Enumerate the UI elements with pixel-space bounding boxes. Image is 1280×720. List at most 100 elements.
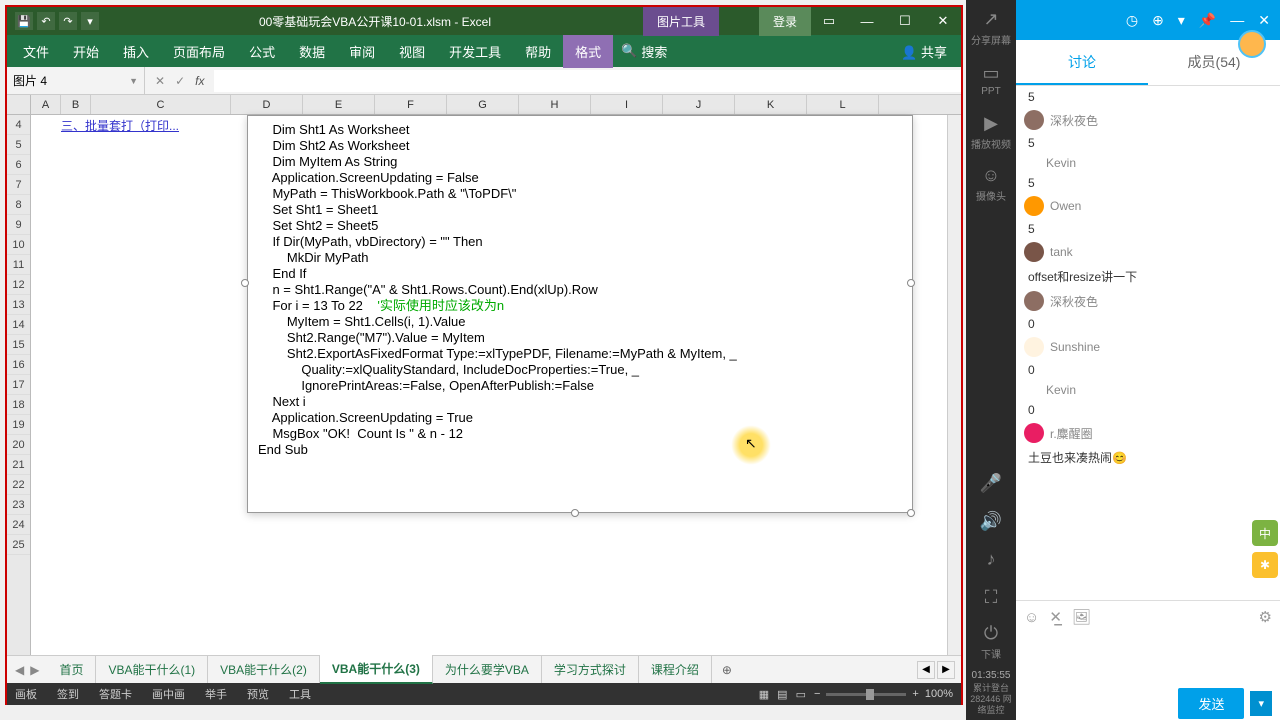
ribbon-tab-1[interactable]: 开始 bbox=[61, 35, 111, 68]
row-header[interactable]: 4 bbox=[7, 115, 30, 135]
media-icon[interactable]: ⛶ bbox=[971, 580, 1011, 614]
chat-textarea[interactable] bbox=[1016, 633, 1280, 686]
selection-handle[interactable] bbox=[907, 509, 915, 517]
qat-dropdown-icon[interactable]: ▾ bbox=[81, 12, 99, 30]
column-header[interactable]: E bbox=[303, 95, 375, 114]
tool-button[interactable]: ▭PPT bbox=[971, 56, 1011, 104]
row-header[interactable]: 25 bbox=[7, 535, 30, 555]
chat-username[interactable]: Owen bbox=[1050, 199, 1081, 213]
selection-handle[interactable] bbox=[907, 279, 915, 287]
send-dropdown-icon[interactable]: ▾ bbox=[1250, 691, 1272, 716]
row-header[interactable]: 11 bbox=[7, 255, 30, 275]
zoom-slider[interactable] bbox=[826, 693, 906, 696]
chat-top-icon[interactable]: — bbox=[1230, 12, 1244, 28]
gear-icon[interactable]: ⚙ bbox=[1259, 608, 1272, 626]
chat-messages[interactable]: 5深秋夜色5Kevin5Owen5tankoffset和resize讲一下深秋夜… bbox=[1016, 86, 1280, 600]
sheet-tab[interactable]: 为什么要学VBA bbox=[433, 656, 542, 683]
close-icon[interactable]: ✕ bbox=[925, 7, 961, 35]
avatar[interactable] bbox=[1024, 337, 1044, 357]
avatar[interactable] bbox=[1024, 110, 1044, 130]
sheet-tab[interactable]: VBA能干什么(1) bbox=[96, 656, 208, 683]
zoom-in-icon[interactable]: + bbox=[912, 688, 918, 700]
status-item[interactable]: 签到 bbox=[57, 686, 79, 702]
row-header[interactable]: 22 bbox=[7, 475, 30, 495]
row-header[interactable]: 8 bbox=[7, 195, 30, 215]
end-class-button[interactable]: ⏻下课 bbox=[971, 618, 1011, 666]
selection-handle[interactable] bbox=[571, 509, 579, 517]
ribbon-tab-10[interactable]: 格式 bbox=[563, 35, 613, 68]
status-item[interactable]: 画中画 bbox=[152, 686, 185, 702]
row-header[interactable]: 10 bbox=[7, 235, 30, 255]
column-header[interactable]: K bbox=[735, 95, 807, 114]
column-header[interactable]: J bbox=[663, 95, 735, 114]
select-all-corner[interactable] bbox=[7, 95, 31, 114]
column-header[interactable]: I bbox=[591, 95, 663, 114]
name-box-input[interactable] bbox=[13, 74, 113, 88]
ribbon-tab-5[interactable]: 数据 bbox=[287, 35, 337, 68]
ribbon-tab-7[interactable]: 视图 bbox=[387, 35, 437, 68]
sheet-prev-icon[interactable]: ◀ bbox=[15, 663, 24, 677]
row-header[interactable]: 7 bbox=[7, 175, 30, 195]
row-header[interactable]: 12 bbox=[7, 275, 30, 295]
media-icon[interactable]: 🎤 bbox=[971, 466, 1011, 500]
chat-username[interactable]: Kevin bbox=[1046, 156, 1076, 170]
sheet-next-icon[interactable]: ▶ bbox=[30, 663, 39, 677]
view-break-icon[interactable]: ▭ bbox=[796, 688, 806, 701]
chat-tool-icon[interactable]: ☺ bbox=[1024, 609, 1039, 626]
hyperlink-cell[interactable]: 三、批量套打（打印... bbox=[61, 117, 179, 134]
status-item[interactable]: 画板 bbox=[15, 686, 37, 702]
row-header[interactable]: 15 bbox=[7, 335, 30, 355]
ime-badge[interactable]: 中 bbox=[1252, 520, 1278, 546]
row-header[interactable]: 23 bbox=[7, 495, 30, 515]
column-header[interactable]: D bbox=[231, 95, 303, 114]
ribbon-options-icon[interactable]: ▭ bbox=[811, 7, 847, 35]
chat-username[interactable]: Sunshine bbox=[1050, 340, 1100, 354]
status-item[interactable]: 工具 bbox=[289, 686, 311, 702]
chat-username[interactable]: Kevin bbox=[1046, 383, 1076, 397]
chat-username[interactable]: 深秋夜色 bbox=[1050, 112, 1098, 129]
cancel-icon[interactable]: ✕ bbox=[155, 74, 165, 88]
vertical-scrollbar[interactable] bbox=[947, 115, 961, 655]
row-header[interactable]: 5 bbox=[7, 135, 30, 155]
tool-button[interactable]: ▶播放视频 bbox=[971, 108, 1011, 156]
row-header[interactable]: 16 bbox=[7, 355, 30, 375]
media-icon[interactable]: ♪ bbox=[971, 542, 1011, 576]
name-box[interactable]: ▼ bbox=[7, 67, 145, 94]
redo-icon[interactable]: ↷ bbox=[59, 12, 77, 30]
tool-button[interactable]: ☺摄像头 bbox=[971, 160, 1011, 208]
view-layout-icon[interactable]: ▤ bbox=[777, 688, 787, 701]
status-item[interactable]: 举手 bbox=[205, 686, 227, 702]
chat-tool-icon[interactable]: 🖼 bbox=[1072, 608, 1091, 626]
media-icon[interactable]: 🔊 bbox=[971, 504, 1011, 538]
avatar[interactable] bbox=[1024, 291, 1044, 311]
chat-top-icon[interactable]: ✕ bbox=[1258, 12, 1270, 29]
sheet-tab[interactable]: 首页 bbox=[47, 656, 96, 683]
chat-top-icon[interactable]: ◷ bbox=[1126, 12, 1138, 29]
sheet-tab[interactable]: VBA能干什么(2) bbox=[208, 656, 320, 683]
row-header[interactable]: 9 bbox=[7, 215, 30, 235]
undo-icon[interactable]: ↶ bbox=[37, 12, 55, 30]
avatar[interactable] bbox=[1024, 423, 1044, 443]
row-header[interactable]: 13 bbox=[7, 295, 30, 315]
picture-tools-tab[interactable]: 图片工具 bbox=[643, 7, 719, 36]
chat-top-icon[interactable]: 📌 bbox=[1199, 12, 1216, 29]
formula-input[interactable] bbox=[214, 70, 961, 92]
column-header[interactable]: A bbox=[31, 95, 61, 114]
avatar[interactable] bbox=[1024, 242, 1044, 262]
chat-username[interactable]: tank bbox=[1050, 245, 1073, 259]
row-header[interactable]: 21 bbox=[7, 455, 30, 475]
worksheet-grid[interactable]: 45678910111213141516171819202122232425 三… bbox=[7, 115, 961, 655]
zoom-level[interactable]: 100% bbox=[925, 688, 953, 700]
hscroll-left-icon[interactable]: ◀ bbox=[917, 661, 935, 679]
row-header[interactable]: 19 bbox=[7, 415, 30, 435]
row-header[interactable]: 6 bbox=[7, 155, 30, 175]
selection-handle[interactable] bbox=[241, 279, 249, 287]
avatar[interactable] bbox=[1024, 196, 1044, 216]
row-header[interactable]: 14 bbox=[7, 315, 30, 335]
save-icon[interactable]: 💾 bbox=[15, 12, 33, 30]
chat-top-icon[interactable]: ▾ bbox=[1178, 12, 1185, 29]
row-header[interactable]: 18 bbox=[7, 395, 30, 415]
zoom-out-icon[interactable]: − bbox=[814, 688, 820, 700]
maximize-icon[interactable]: ☐ bbox=[887, 7, 923, 35]
code-image-object[interactable]: Dim Sht1 As Worksheet Dim Sht2 As Worksh… bbox=[247, 115, 913, 513]
